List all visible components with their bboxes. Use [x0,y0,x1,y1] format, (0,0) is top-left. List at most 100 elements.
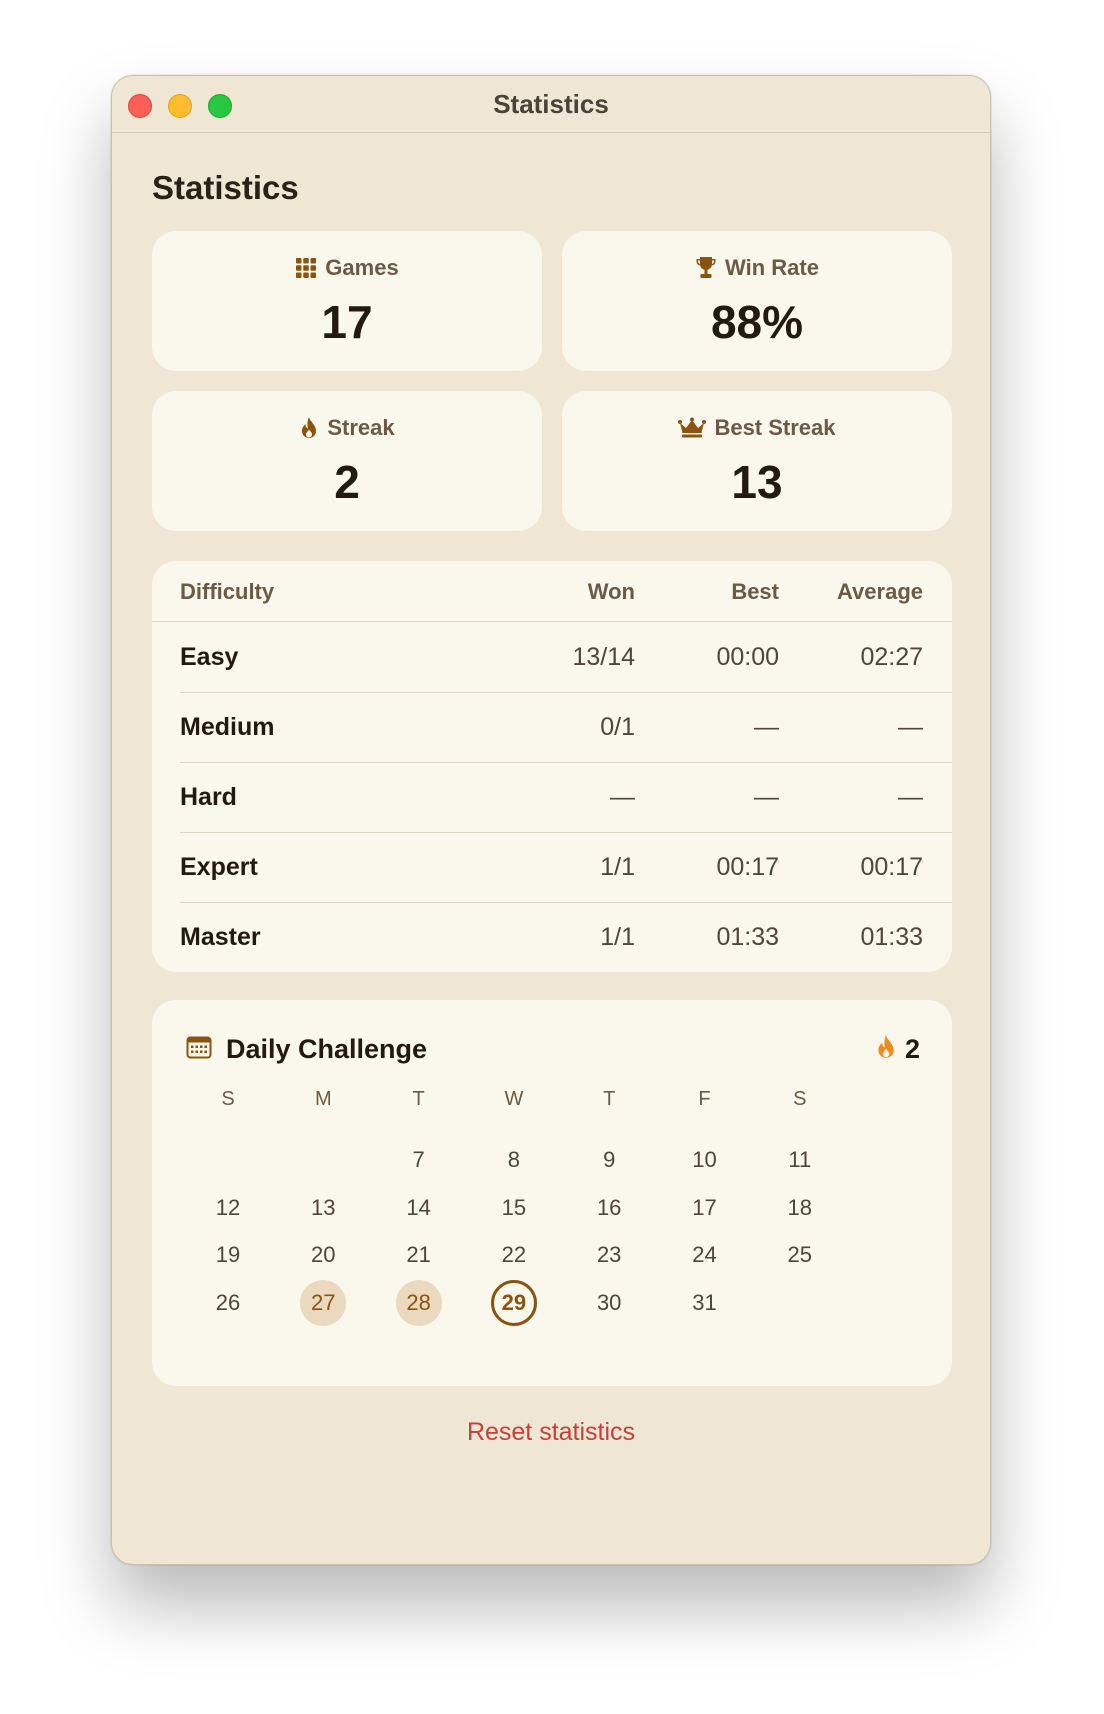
calendar-day-number: 29 [490,1279,537,1326]
calendar-day-number: 8 [507,1147,521,1172]
row-difficulty: Easy [180,643,239,671]
calendar-day-26[interactable]: 26 [176,1280,280,1326]
title-bar: Statistics [112,76,990,133]
row-difficulty: Expert [180,853,258,881]
calendar-day-number: 30 [596,1289,622,1315]
calendar-day-number: 10 [692,1147,717,1172]
calendar-day-11[interactable]: 11 [748,1137,852,1183]
calendar-day-7[interactable]: 7 [367,1137,471,1183]
header-average: Average [836,579,923,604]
calendar-day-number: 17 [692,1194,717,1220]
row-won: 13/14 [572,643,635,671]
flame-icon [875,1034,897,1065]
streak-card: Streak 2 [152,391,542,531]
header-best: Best [731,579,779,604]
calendar-day-8[interactable]: 8 [462,1137,566,1183]
calendar-day-13[interactable]: 13 [271,1185,375,1231]
calendar-day-29[interactable]: 29 [462,1279,566,1326]
calendar-day-10[interactable]: 10 [653,1137,757,1183]
row-won: — [610,783,635,811]
calendar-day-number: 24 [692,1242,717,1267]
crown-icon [678,417,707,439]
calendar-day-17[interactable]: 17 [653,1185,757,1231]
row-divider [180,762,952,763]
calendar-day-number: 12 [215,1194,241,1220]
calendar-day-number: 7 [412,1147,425,1172]
calendar-day-31[interactable]: 31 [653,1280,757,1326]
weekday-label: S [793,1088,807,1110]
calendar-day-number: 9 [603,1147,616,1172]
weekday-label: T [603,1088,616,1110]
calendar-day-9[interactable]: 9 [557,1137,661,1183]
calendar-day-number: 21 [406,1242,431,1267]
calendar-day-number: 16 [596,1194,622,1220]
daily-streak: 2 [875,1034,920,1065]
calendar-day-12[interactable]: 12 [176,1185,280,1231]
calendar-day-18[interactable]: 18 [748,1185,852,1231]
row-best: — [754,713,779,741]
daily-challenge-card: Daily Challenge 2 S M T W T F S 7 8 9 10 11 12 13 14 1… [152,1000,952,1386]
header-won: Won [587,579,635,604]
best-streak-card: Best Streak 13 [562,391,952,531]
calendar-day-22[interactable]: 22 [462,1232,566,1278]
calendar-icon [186,1035,212,1064]
calendar-day-16[interactable]: 16 [557,1185,661,1231]
calendar-day-21[interactable]: 21 [367,1232,471,1278]
row-won: 1/1 [600,853,635,881]
row-divider [180,832,952,833]
row-average: 02:27 [860,643,923,671]
calendar-day-number: 19 [215,1242,241,1267]
weekday-label: W [504,1088,524,1110]
row-average: 01:33 [860,923,923,951]
best-streak-value: 13 [731,456,783,508]
row-best: — [754,783,779,811]
calendar-day-27[interactable]: 27 [271,1279,375,1326]
calendar-day-15[interactable]: 15 [462,1185,566,1231]
weekday-label: M [314,1088,332,1110]
calendar-day-28[interactable]: 28 [367,1279,471,1326]
games-label: Games [325,255,399,280]
calendar-day-20[interactable]: 20 [271,1232,375,1278]
calendar-day-19[interactable]: 19 [176,1232,280,1278]
row-best: 01:33 [716,923,779,951]
weekday-label: F [698,1088,711,1110]
row-divider [180,692,952,693]
row-average: 00:17 [860,853,923,881]
games-card: Games 17 [152,231,542,371]
table-row: Expert 1/1 00:17 00:17 [152,832,952,902]
calendar-day-24[interactable]: 24 [653,1232,757,1278]
row-average: — [898,783,923,811]
calendar-day-number: 23 [596,1242,622,1267]
win-rate-value: 88% [710,296,804,348]
table-row: Medium 0/1 — — [152,692,952,762]
games-value: 17 [321,296,373,348]
calendar-day-30[interactable]: 30 [557,1280,661,1326]
streak-value: 2 [334,456,360,508]
row-won: 0/1 [600,713,635,741]
row-divider [180,902,952,903]
row-best: 00:17 [716,853,779,881]
table-row: Master 1/1 01:33 01:33 [152,902,952,972]
row-won: 1/1 [600,923,635,951]
table-row: Easy 13/14 00:00 02:27 [152,622,952,692]
header-difficulty: Difficulty [180,579,275,604]
calendar-day-number: 22 [501,1242,527,1267]
calendar-day-23[interactable]: 23 [557,1232,661,1278]
calendar-day-number: 26 [215,1289,241,1315]
reset-statistics-button[interactable]: Reset statistics [112,1418,990,1447]
calendar-day-number: 15 [501,1194,527,1220]
window-title: Statistics [493,89,609,119]
calendar-day-14[interactable]: 14 [367,1185,471,1231]
row-difficulty: Master [180,923,261,951]
weekday-label: S [221,1088,235,1110]
trophy-icon [695,256,717,280]
difficulty-table: Difficulty Won Best Average Easy 13/14 0… [152,561,952,972]
calendar-day-number: 13 [311,1194,336,1220]
table-header: Difficulty Won Best Average [152,561,952,622]
calendar-day-number: 31 [692,1289,717,1315]
weekday-label: T [412,1088,425,1110]
daily-streak-value: 2 [904,1034,920,1064]
calendar-day-25[interactable]: 25 [748,1232,852,1278]
table-row: Hard — — — [152,762,952,832]
flame-icon [299,416,319,440]
